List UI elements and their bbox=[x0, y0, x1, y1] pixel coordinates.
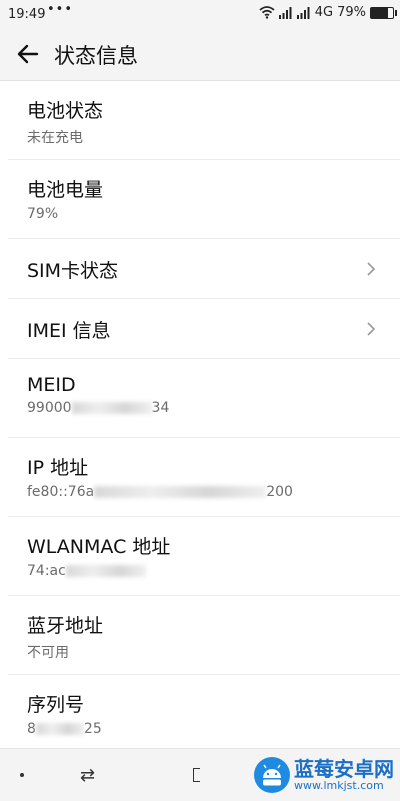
menu-dot-button[interactable] bbox=[20, 773, 24, 777]
list-item-sim-status[interactable]: SIM卡状态 bbox=[8, 239, 400, 299]
home-button[interactable] bbox=[193, 768, 200, 782]
list-item-ip-address: IP 地址 fe80::76a 200 bbox=[8, 438, 400, 517]
item-title: SIM卡状态 bbox=[27, 260, 119, 282]
app-bar: 状态信息 bbox=[0, 30, 400, 81]
item-title: MEID bbox=[27, 374, 76, 396]
signal-icon-2 bbox=[296, 6, 310, 19]
item-title: 序列号 bbox=[27, 694, 85, 716]
item-value: 不可用 bbox=[27, 645, 69, 661]
value-visible-prefix: 8 bbox=[27, 721, 36, 737]
value-visible-suffix: 25 bbox=[83, 721, 102, 737]
list-item-wlan-mac: WLANMAC 地址 74:ac bbox=[8, 517, 400, 596]
value-visible-prefix: fe80::76a bbox=[27, 484, 95, 500]
list-item-serial-number: 序列号 8 25 bbox=[8, 675, 400, 753]
value-visible-prefix: 99000 bbox=[27, 400, 72, 416]
battery-percent: 79% bbox=[337, 5, 366, 20]
status-time: 19:49 bbox=[8, 7, 46, 22]
status-bar: 19:49 ••• 4G 79% bbox=[0, 0, 400, 30]
list-item-battery-level: 电池电量 79% bbox=[8, 160, 400, 239]
watermark: 蓝莓安卓网 www.lmkjst.com bbox=[254, 749, 394, 801]
value-visible-prefix: 74:ac bbox=[27, 563, 66, 579]
redacted-blur bbox=[65, 565, 146, 577]
watermark-name: 蓝莓安卓网 bbox=[294, 757, 394, 781]
back-arrow-icon[interactable] bbox=[14, 40, 42, 68]
value-visible-suffix: 34 bbox=[151, 400, 170, 416]
page-title: 状态信息 bbox=[54, 44, 138, 68]
network-type: 4G bbox=[314, 5, 334, 20]
item-value: 未在充电 bbox=[27, 130, 83, 146]
signal-icon bbox=[278, 6, 292, 19]
android-logo-icon bbox=[254, 757, 290, 793]
switch-apps-icon[interactable]: ⇄ bbox=[80, 765, 95, 786]
item-value: 99000 34 bbox=[27, 400, 400, 416]
item-title: WLANMAC 地址 bbox=[27, 536, 171, 558]
list-item-battery-status: 电池状态 未在充电 bbox=[8, 81, 400, 160]
redacted-blur bbox=[35, 723, 84, 735]
item-title: 电池电量 bbox=[27, 179, 104, 201]
item-value: 8 25 bbox=[27, 721, 400, 737]
item-title: 蓝牙地址 bbox=[27, 615, 104, 637]
chevron-right-icon bbox=[367, 322, 376, 336]
redacted-blur bbox=[71, 402, 152, 414]
list-item-imei[interactable]: IMEI 信息 bbox=[8, 299, 400, 359]
notification-dots: ••• bbox=[47, 2, 74, 17]
item-value: 74:ac bbox=[27, 563, 400, 579]
item-title: IMEI 信息 bbox=[27, 320, 111, 342]
status-info-list: 电池状态 未在充电 电池电量 79% SIM卡状态 IMEI 信息 MEID 9… bbox=[0, 81, 400, 753]
item-value: 79% bbox=[27, 206, 59, 222]
item-title: 电池状态 bbox=[27, 100, 104, 122]
chevron-right-icon bbox=[367, 262, 376, 276]
watermark-url: www.lmkjst.com bbox=[294, 779, 384, 792]
item-title: IP 地址 bbox=[27, 457, 89, 479]
list-item-meid: MEID 99000 34 bbox=[8, 359, 400, 438]
list-item-bluetooth-address: 蓝牙地址 不可用 bbox=[8, 596, 400, 675]
wifi-icon bbox=[259, 6, 275, 19]
navigation-bar: ⇄ 蓝莓安卓网 www.lmkjst.com bbox=[0, 748, 400, 801]
battery-icon bbox=[370, 6, 397, 19]
status-icons: 4G 79% bbox=[259, 5, 397, 20]
item-value: fe80::76a 200 bbox=[27, 484, 400, 500]
redacted-blur bbox=[94, 486, 267, 498]
value-visible-suffix: 200 bbox=[266, 484, 293, 500]
